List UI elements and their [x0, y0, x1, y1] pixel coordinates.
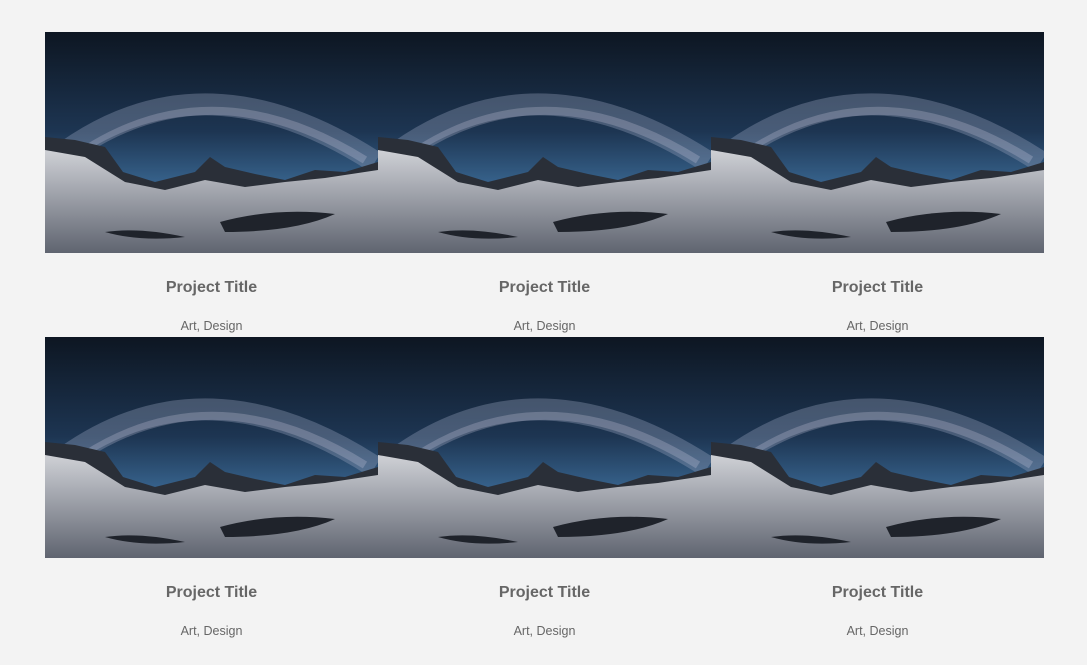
project-thumbnail-image[interactable] [711, 32, 1044, 253]
project-thumbnail-image[interactable] [45, 32, 378, 253]
project-thumbnail-image[interactable] [45, 337, 378, 558]
project-categories: Art, Design [513, 624, 576, 638]
project-title[interactable]: Project Title [378, 584, 711, 602]
project-title[interactable]: Project Title [378, 279, 711, 297]
portfolio-item[interactable]: Project Title Art, Design [45, 32, 378, 337]
project-thumbnail-image[interactable] [378, 32, 711, 253]
portfolio-grid: Project Title Art, Design Project Title … [45, 32, 1044, 642]
project-title[interactable]: Project Title [711, 584, 1044, 602]
project-thumbnail-image[interactable] [711, 337, 1044, 558]
project-thumbnail-image[interactable] [378, 337, 711, 558]
project-title[interactable]: Project Title [45, 584, 378, 602]
project-categories: Art, Design [846, 624, 909, 638]
project-categories: Art, Design [846, 319, 909, 333]
project-categories: Art, Design [513, 319, 576, 333]
portfolio-item[interactable]: Project Title Art, Design [45, 337, 378, 642]
portfolio-item[interactable]: Project Title Art, Design [378, 32, 711, 337]
project-title[interactable]: Project Title [711, 279, 1044, 297]
portfolio-item[interactable]: Project Title Art, Design [711, 337, 1044, 642]
project-categories: Art, Design [180, 624, 243, 638]
project-title[interactable]: Project Title [45, 279, 378, 297]
portfolio-item[interactable]: Project Title Art, Design [711, 32, 1044, 337]
project-categories: Art, Design [180, 319, 243, 333]
portfolio-item[interactable]: Project Title Art, Design [378, 337, 711, 642]
